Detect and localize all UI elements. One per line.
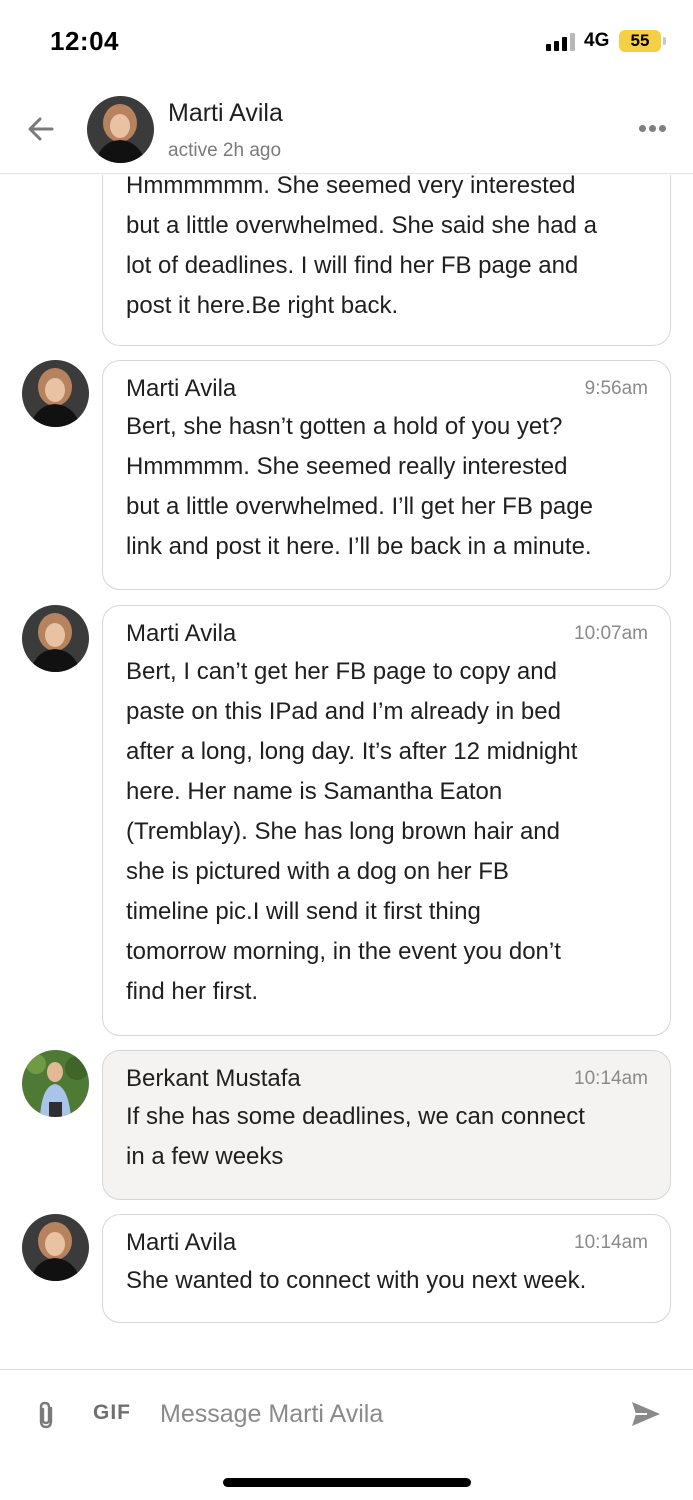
contact-name[interactable]: Marti Avila: [168, 99, 283, 128]
message-bubble[interactable]: Berkant Mustafa 10:14am If she has some …: [102, 1050, 671, 1200]
sender-name[interactable]: Berkant Mustafa: [126, 1065, 301, 1093]
sender-name[interactable]: Marti Avila: [126, 1229, 236, 1257]
sender-avatar[interactable]: [22, 360, 89, 427]
more-dot: [649, 125, 656, 132]
more-dot: [659, 125, 666, 132]
battery-level: 55: [630, 31, 650, 50]
message-composer: GIF: [0, 1369, 693, 1500]
message-bubble[interactable]: Hmmmmmm. She seemed very interested but …: [102, 175, 671, 346]
home-indicator: [223, 1478, 471, 1487]
message-header: Marti Avila 9:56am: [126, 373, 648, 407]
more-options-button[interactable]: [637, 122, 669, 136]
message-bubble[interactable]: Marti Avila 10:14am She wanted to connec…: [102, 1214, 671, 1323]
sender-avatar[interactable]: [22, 1214, 89, 1281]
message-input[interactable]: [160, 1392, 600, 1436]
message-time: 10:14am: [574, 1068, 648, 1089]
message-text: Hmmmmmm. She seemed very interested but …: [126, 175, 597, 319]
arrow-left-icon: [28, 117, 54, 141]
message-list[interactable]: Hmmmmmm. She seemed very interested but …: [0, 175, 693, 1369]
contact-avatar[interactable]: [87, 96, 154, 163]
message-text: If she has some deadlines, we can connec…: [126, 1103, 585, 1170]
sender-avatar[interactable]: [22, 1050, 89, 1117]
sender-name[interactable]: Marti Avila: [126, 375, 236, 403]
status-time: 12:04: [50, 26, 119, 56]
contact-status: active 2h ago: [168, 140, 282, 161]
message-time: 10:14am: [574, 1232, 648, 1253]
message-time: 9:56am: [584, 378, 648, 399]
sender-name[interactable]: Marti Avila: [126, 620, 236, 648]
message-time: 10:07am: [574, 623, 648, 644]
message-text: Bert, I can’t get her FB page to copy an…: [126, 658, 578, 1005]
network-type: 4G: [584, 30, 610, 51]
send-button[interactable]: [629, 1399, 663, 1429]
signal-bars-icon: [546, 33, 576, 51]
message-header: Berkant Mustafa 10:14am: [126, 1063, 648, 1097]
back-button[interactable]: [22, 110, 60, 148]
gif-button[interactable]: GIF: [93, 1401, 131, 1425]
message-header: Marti Avila 10:14am: [126, 1227, 648, 1261]
message-text: She wanted to connect with you next week…: [126, 1267, 587, 1294]
avatar-portrait: [22, 605, 89, 672]
conversation-header: Marti Avila active 2h ago: [0, 84, 693, 174]
paperclip-icon: [39, 1401, 53, 1429]
sender-avatar[interactable]: [22, 605, 89, 672]
message-text: Bert, she hasn’t gotten a hold of you ye…: [126, 413, 593, 560]
status-bar: 12:04 4G 55: [0, 0, 693, 84]
avatar-portrait: [87, 96, 154, 163]
avatar-portrait: [22, 1214, 89, 1281]
message-bubble[interactable]: Marti Avila 10:07am Bert, I can’t get he…: [102, 605, 671, 1036]
send-icon: [632, 1402, 660, 1426]
message-bubble[interactable]: Marti Avila 9:56am Bert, she hasn’t gott…: [102, 360, 671, 590]
more-horizontal-icon: [639, 125, 646, 132]
battery-nub: [663, 37, 666, 45]
avatar-portrait: [22, 1050, 89, 1117]
attach-button[interactable]: [34, 1399, 58, 1431]
message-header: Marti Avila 10:07am: [126, 618, 648, 652]
battery-icon: 55: [619, 30, 661, 52]
avatar-portrait: [22, 360, 89, 427]
